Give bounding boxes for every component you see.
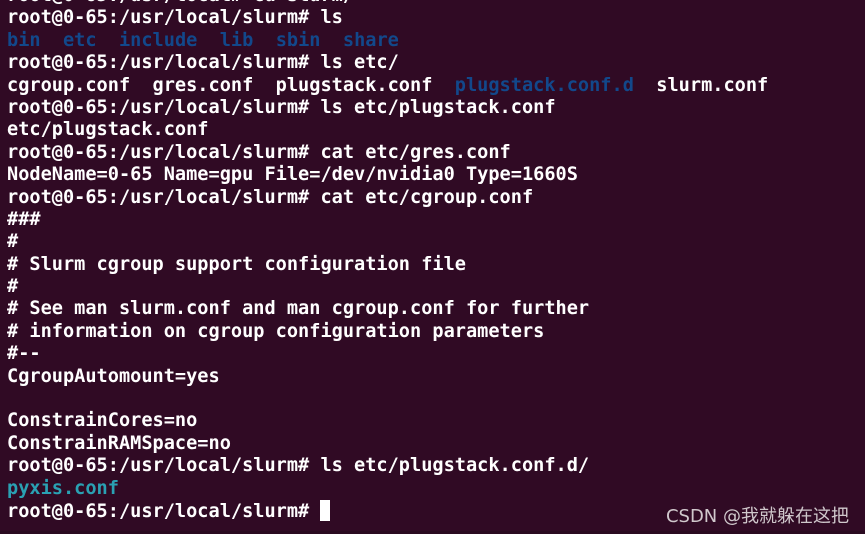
- terminal-line: # Slurm cgroup support configuration fil…: [7, 254, 768, 276]
- terminal-line: root@0-65:/usr/local/slurm# ls etc/plugs…: [7, 455, 768, 477]
- terminal-text: root@0-65:/usr/local/slurm# ls etc/plugs…: [7, 455, 590, 477]
- terminal-line: root@0-65:/usr/local/slurm# cat etc/cgro…: [7, 187, 768, 209]
- terminal-text: root@0-65:/usr/local/slurm# cat etc/cgro…: [7, 186, 534, 208]
- terminal-output[interactable]: root@0-65:/usr/local# cd slurm/root@0-65…: [7, 0, 768, 522]
- directory-entry: share: [342, 29, 399, 51]
- terminal-line: pyxis.conf: [7, 478, 768, 500]
- directory-entry: bin: [7, 29, 41, 51]
- terminal-text: ###: [7, 208, 41, 230]
- terminal-text: root@0-65:/usr/local/slurm# ls etc/: [7, 52, 399, 74]
- terminal-line: CgroupAutomount=yes: [7, 366, 768, 388]
- terminal-line: #: [7, 276, 768, 298]
- file-entry: pyxis.conf: [7, 477, 119, 499]
- directory-entry: include: [118, 29, 198, 51]
- terminal-text: cgroup.conf gres.conf plugstack.conf: [7, 74, 455, 96]
- terminal-line: ConstrainRAMSpace=no: [7, 433, 768, 455]
- terminal-text: root@0-65:/usr/local# cd slurm/: [7, 0, 354, 6]
- terminal-line: #: [7, 231, 768, 253]
- directory-entry: etc: [62, 29, 97, 51]
- terminal-text: root@0-65:/usr/local/slurm# ls etc/plugs…: [7, 96, 556, 118]
- terminal-line: # See man slurm.conf and man cgroup.conf…: [7, 298, 768, 320]
- terminal-line: ###: [7, 209, 768, 231]
- terminal-text: #--: [7, 343, 41, 365]
- terminal-line: ConstrainCores=no: [7, 410, 768, 432]
- terminal-line: root@0-65:/usr/local/slurm#: [7, 499, 768, 522]
- terminal-line: cgroup.conf gres.conf plugstack.conf plu…: [7, 75, 768, 97]
- terminal-line: root@0-65:/usr/local# cd slurm/: [7, 0, 768, 7]
- terminal-text: root@0-65:/usr/local/slurm#: [7, 500, 321, 522]
- terminal-text: slurm.conf: [633, 74, 769, 96]
- terminal-text: #: [7, 231, 19, 253]
- terminal-line: root@0-65:/usr/local/slurm# cat etc/gres…: [7, 142, 768, 164]
- terminal-text: # See man slurm.conf and man cgroup.conf…: [7, 298, 590, 320]
- terminal-line: # information on cgroup configuration pa…: [7, 321, 768, 343]
- terminal-text: etc/plugstack.conf: [7, 119, 209, 141]
- directory-entry: sbin: [275, 29, 321, 51]
- terminal-text: NodeName=0-65 Name=gpu File=/dev/nvidia0…: [7, 164, 578, 186]
- terminal-text: # Slurm cgroup support configuration fil…: [7, 253, 466, 275]
- terminal-line: NodeName=0-65 Name=gpu File=/dev/nvidia0…: [7, 164, 768, 186]
- terminal-line: root@0-65:/usr/local/slurm# ls etc/: [7, 52, 768, 74]
- directory-entry: lib: [219, 29, 254, 51]
- terminal-line: root@0-65:/usr/local/slurm# ls: [7, 7, 768, 29]
- terminal-line: #--: [7, 343, 768, 365]
- cursor: [320, 499, 331, 521]
- watermark: CSDN @我就躲在这把: [665, 506, 849, 527]
- terminal-text: root@0-65:/usr/local/slurm# cat etc/gres…: [7, 141, 511, 163]
- terminal-text: CgroupAutomount=yes: [7, 365, 220, 387]
- terminal-line: bin etc include lib sbin share: [7, 30, 768, 52]
- terminal-text: #: [7, 276, 19, 298]
- terminal-text: # information on cgroup configuration pa…: [7, 320, 545, 342]
- terminal-line: root@0-65:/usr/local/slurm# ls etc/plugs…: [7, 97, 768, 119]
- terminal-line: etc/plugstack.conf: [7, 119, 768, 141]
- terminal-text: root@0-65:/usr/local/slurm# ls: [7, 7, 343, 29]
- terminal-text: ConstrainRAMSpace=no: [7, 432, 231, 454]
- terminal-text: ConstrainCores=no: [7, 410, 198, 432]
- directory-entry: plugstack.conf.d: [454, 74, 634, 96]
